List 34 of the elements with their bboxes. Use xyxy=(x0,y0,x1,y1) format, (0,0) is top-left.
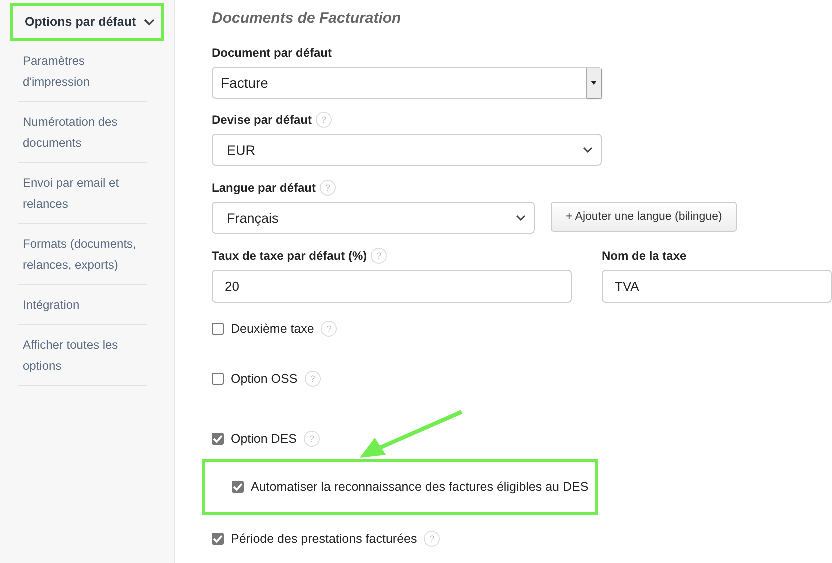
tax-rate-input[interactable]: 20 xyxy=(212,270,572,303)
field-label: Devise par défaut xyxy=(212,113,312,127)
sidebar-item[interactable]: Intégration xyxy=(18,285,147,325)
section-title: Documents de Facturation xyxy=(212,10,402,27)
checkbox-label: Période des prestations facturées xyxy=(231,532,418,546)
checkbox[interactable] xyxy=(212,533,224,545)
caret-icon xyxy=(591,81,597,85)
sidebar-item[interactable]: Formats (documents, relances, exports) xyxy=(18,224,147,285)
sidebar-header[interactable]: Options par défaut xyxy=(10,3,164,41)
tax-name-input[interactable]: TVA xyxy=(602,270,832,303)
sidebar-item[interactable]: Paramètres d'impression xyxy=(18,41,147,102)
chevron-icon xyxy=(144,18,156,26)
checkbox-label: Deuxième taxe xyxy=(231,322,314,336)
language-select[interactable]: Français xyxy=(212,202,535,234)
currency-select[interactable]: EUR xyxy=(212,134,602,166)
field-label: Nom de la taxe xyxy=(602,249,687,263)
checkbox-label: Option OSS xyxy=(231,372,298,386)
field-label: Langue par défaut xyxy=(212,181,316,195)
chevron-icon xyxy=(583,147,593,153)
checkbox[interactable] xyxy=(212,323,224,335)
document-select[interactable]: Facture xyxy=(212,67,602,99)
add-language-button[interactable]: + Ajouter une langue (bilingue) xyxy=(551,202,738,232)
field-label: Document par défaut xyxy=(212,46,332,60)
checkbox[interactable] xyxy=(232,481,244,493)
dropdown-button[interactable] xyxy=(586,68,601,98)
checkbox[interactable] xyxy=(212,373,224,385)
sidebar-item[interactable]: Afficher toutes les options xyxy=(18,325,147,386)
checkbox-label: Option DES xyxy=(231,432,298,446)
sidebar-item[interactable]: Numérotation des documents xyxy=(18,102,147,163)
field-label: Taux de taxe par défaut (%) xyxy=(212,249,368,263)
checkbox[interactable] xyxy=(212,433,224,445)
checkbox-label: Automatiser la reconnaissance des factures éligibles au DES xyxy=(251,480,589,494)
chevron-icon xyxy=(516,215,526,221)
sidebar-item[interactable]: Envoi par email et relances xyxy=(18,163,147,224)
